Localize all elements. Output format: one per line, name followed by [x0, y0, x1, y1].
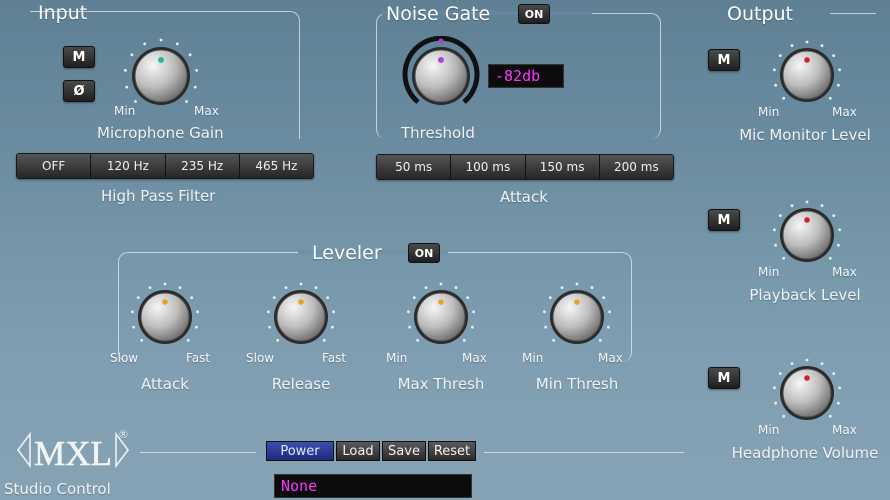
hpf-option-235hz[interactable]: 235 Hz: [165, 154, 240, 178]
high-pass-filter-label: High Pass Filter: [101, 187, 216, 205]
mic-monitor-max-label: Max: [832, 105, 857, 119]
reset-button[interactable]: Reset: [428, 441, 476, 461]
hpf-option-off[interactable]: OFF: [17, 154, 92, 178]
output-title: Output: [727, 3, 793, 25]
leveler-release-knob-indicator-dot: [298, 299, 304, 305]
noise-gate-on-button[interactable]: ON: [518, 4, 550, 24]
leveler-min-thresh-min-label: Min: [522, 351, 544, 365]
threshold-knob[interactable]: [398, 36, 484, 116]
footer-line-left: [140, 452, 256, 453]
leveler-attack-min-label: Slow: [110, 351, 139, 365]
headphone-volume-max-label: Max: [832, 423, 857, 437]
leveler-release-label: Release: [271, 375, 331, 393]
preset-name-field[interactable]: None: [274, 474, 472, 498]
power-button[interactable]: Power: [266, 441, 334, 461]
mxl-logo-text: MXL: [34, 434, 112, 473]
noise-gate-attack-selector: 50 ms 100 ms 150 ms 200 ms: [376, 154, 674, 180]
hpf-option-120hz[interactable]: 120 Hz: [91, 154, 166, 178]
leveler-max-thresh-max-label: Max: [462, 351, 487, 365]
high-pass-filter-selector: OFF 120 Hz 235 Hz 465 Hz: [16, 153, 314, 179]
mic-monitor-knob-indicator-dot: [804, 57, 810, 63]
noise-gate-attack-label: Attack: [500, 188, 548, 206]
input-mute-button[interactable]: M: [63, 46, 95, 68]
leveler-max-thresh-knob[interactable]: [404, 282, 478, 352]
headphone-volume-min-label: Min: [758, 423, 780, 437]
leveler-min-thresh-label: Min Thresh: [535, 375, 619, 393]
mic-monitor-mute-button[interactable]: M: [708, 49, 740, 71]
footer-button-bar: Power Load Save Reset: [266, 441, 476, 461]
footer-line-right: [484, 452, 684, 453]
microphone-gain-knob[interactable]: [118, 38, 204, 112]
headphone-volume-knob-indicator-dot: [804, 375, 810, 381]
threshold-readout: -82db: [488, 64, 564, 88]
attack-option-100ms[interactable]: 100 ms: [451, 155, 526, 179]
leveler-min-thresh-knob[interactable]: [540, 282, 614, 352]
leveler-attack-knob[interactable]: [128, 282, 202, 352]
headphone-volume-mute-button[interactable]: M: [708, 367, 740, 389]
playback-mute-button[interactable]: M: [708, 209, 740, 231]
leveler-release-min-label: Slow: [246, 351, 275, 365]
leveler-release-knob[interactable]: [264, 282, 338, 352]
leveler-max-thresh-min-label: Min: [386, 351, 408, 365]
mic-monitor-min-label: Min: [758, 105, 780, 119]
leveler-attack-knob-indicator-dot: [162, 299, 168, 305]
input-title: Input: [38, 2, 88, 24]
leveler-max-thresh-label: Max Thresh: [397, 375, 485, 393]
leveler-min-thresh-max-label: Max: [598, 351, 623, 365]
noise-gate-title: Noise Gate: [386, 3, 491, 25]
headphone-volume-label: Headphone Volume: [731, 444, 879, 462]
save-button[interactable]: Save: [382, 441, 426, 461]
mic-monitor-label: Mic Monitor Level: [739, 126, 871, 144]
playback-knob-indicator-dot: [804, 217, 810, 223]
registered-mark: ®: [118, 428, 129, 441]
leveler-max-thresh-knob-indicator-dot: [438, 299, 444, 305]
gain-max-label: Max: [194, 104, 219, 118]
attack-option-200ms[interactable]: 200 ms: [599, 155, 673, 179]
hpf-option-465hz[interactable]: 465 Hz: [239, 154, 313, 178]
playback-max-label: Max: [832, 265, 857, 279]
headphone-volume-knob[interactable]: [770, 358, 844, 428]
mxl-logo: MXL: [17, 431, 129, 473]
output-frame-line: [830, 13, 876, 14]
input-phase-button[interactable]: Ø: [63, 80, 95, 102]
threshold-label: Threshold: [401, 124, 475, 142]
attack-option-150ms[interactable]: 150 ms: [525, 155, 600, 179]
leveler-title: Leveler: [312, 242, 382, 264]
playback-knob[interactable]: [770, 200, 844, 270]
leveler-attack-max-label: Fast: [186, 351, 211, 365]
load-button[interactable]: Load: [336, 441, 380, 461]
playback-min-label: Min: [758, 265, 780, 279]
playback-label: Playback Level: [749, 286, 861, 304]
gain-min-label: Min: [114, 104, 136, 118]
microphone-gain-label: Microphone Gain: [97, 124, 224, 142]
gain-indicator-dot: [158, 57, 164, 63]
leveler-attack-label: Attack: [141, 375, 189, 393]
leveler-on-button[interactable]: ON: [408, 243, 440, 263]
attack-option-50ms[interactable]: 50 ms: [377, 155, 452, 179]
leveler-min-thresh-knob-indicator-dot: [574, 299, 580, 305]
leveler-release-max-label: Fast: [322, 351, 347, 365]
mic-monitor-knob[interactable]: [770, 40, 844, 110]
studio-control-label: Studio Control: [4, 480, 111, 498]
